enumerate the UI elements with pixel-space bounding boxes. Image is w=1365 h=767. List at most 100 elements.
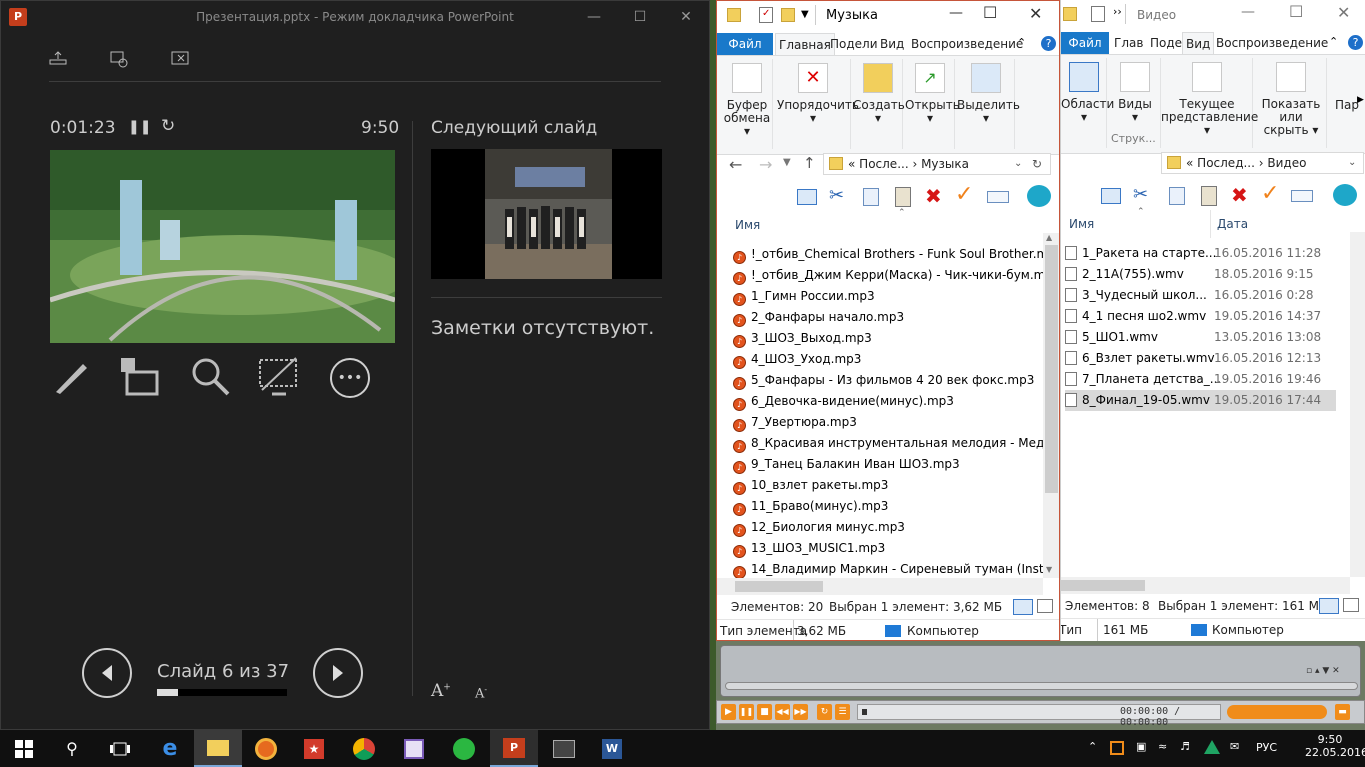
table-row[interactable]: 4_1 песня шо2.wmv 19.05.2016 14:37 [1065, 306, 1336, 327]
language-indicator[interactable]: РУС [1256, 741, 1277, 754]
new-folder-icon[interactable] [781, 8, 795, 22]
rename-check-icon[interactable]: ✓ [1261, 181, 1279, 206]
delete-icon[interactable]: ✖ [1231, 183, 1248, 207]
quick-access-overflow-icon[interactable]: ›› [1113, 5, 1122, 18]
next-slide-preview[interactable] [431, 149, 662, 279]
vertical-scrollbar[interactable]: ▲ ▼ [1043, 233, 1059, 578]
list-item[interactable]: ♪ 14_Владимир Маркин - Сиреневый туман (I… [733, 559, 1043, 580]
properties-icon[interactable] [1291, 190, 1313, 202]
media-player-icon[interactable] [540, 730, 588, 767]
properties-icon[interactable]: ✓ [759, 7, 773, 23]
black-screen-icon[interactable] [258, 356, 300, 399]
search-icon[interactable]: ⚲ [48, 730, 96, 767]
cut-icon[interactable]: ✂ [829, 185, 844, 206]
list-item[interactable]: ♪ 13_ШОЗ_MUSIC1.mp3 [733, 538, 1043, 559]
current-view-button[interactable]: Текущее представление ▾ [1161, 62, 1258, 137]
tab-share[interactable]: Поде [1147, 32, 1185, 54]
show-hidden-icons[interactable]: ⌃ [1088, 740, 1097, 753]
tab-home[interactable]: Глав [1111, 32, 1146, 54]
address-bar[interactable]: « После... › Музыка ⌄ ↻ [823, 153, 1051, 175]
whatsapp-icon[interactable] [440, 730, 488, 767]
help-icon[interactable]: ? [1041, 36, 1056, 51]
list-item[interactable]: ♪ 11_Браво(минус).mp3 [733, 496, 1043, 517]
tab-playback[interactable]: Воспроизведение [908, 33, 1026, 55]
repeat-icon[interactable]: ↻ [817, 704, 832, 720]
list-item[interactable]: ♪ !_отбив_Chemical Brothers - Funk Soul B… [733, 244, 1043, 265]
decrease-font-button[interactable]: A- [475, 685, 487, 701]
large-icons-view-icon[interactable] [1037, 599, 1053, 613]
scroll-thumb[interactable] [1061, 580, 1145, 591]
close-button[interactable]: ✕ [1029, 4, 1042, 23]
ribbon-collapse-icon[interactable]: ⌃ [1329, 35, 1338, 48]
shell-icon[interactable] [1027, 185, 1051, 207]
properties-icon[interactable] [987, 191, 1009, 203]
maximize-button[interactable]: ☐ [617, 1, 663, 33]
file-explorer-icon[interactable] [194, 730, 242, 767]
column-name-header[interactable]: Имя [1069, 217, 1094, 231]
table-row[interactable]: 5_ШО1.wmv 13.05.2016 13:08 [1065, 327, 1336, 348]
address-dropdown-icon[interactable]: ⌄ [1014, 154, 1022, 174]
horizontal-scrollbar[interactable] [717, 578, 1043, 595]
cut-icon[interactable]: ✂ [1133, 184, 1148, 205]
rename-check-icon[interactable]: ✓ [955, 182, 973, 207]
tray-app-icon[interactable]: ▣ [1136, 740, 1146, 753]
tab-playback[interactable]: Воспроизведение [1213, 32, 1331, 54]
address-bar[interactable]: « Послед... › Видео ⌄ [1161, 152, 1364, 174]
views-button[interactable]: Виды ▾ [1109, 62, 1161, 124]
help-icon[interactable]: ? [1348, 35, 1363, 50]
playlist-icon[interactable]: ☰ [835, 704, 850, 720]
tab-view[interactable]: Вид [877, 33, 907, 55]
recent-dropdown-icon[interactable]: ▼ [783, 157, 791, 168]
maximize-button[interactable]: ☐ [1289, 2, 1303, 21]
stop-icon[interactable]: ■ [757, 704, 772, 720]
create-button[interactable]: Создать ▾ [853, 63, 905, 125]
quick-access-dropdown-icon[interactable]: ▼ [801, 9, 809, 20]
play-icon[interactable]: ▶ [721, 704, 736, 720]
minimize-button[interactable]: — [571, 1, 617, 33]
tab-file[interactable]: Файл [717, 33, 773, 55]
table-row[interactable]: 7_Планета детства_... 19.05.2016 19:46 [1065, 369, 1336, 390]
google-drive-icon[interactable] [1204, 740, 1220, 754]
preview-pane-icon[interactable] [1101, 188, 1121, 204]
show-hide-button[interactable]: Показать или скрыть ▾ [1255, 62, 1327, 137]
position-bar[interactable]: 00:00:00 / 00:00:00 [857, 704, 1221, 728]
list-item[interactable]: ♪ 5_Фанфары - Из фильмов 4 20 век фокс.mp… [733, 370, 1043, 391]
seek-bar[interactable] [725, 682, 1358, 690]
yandex-icon[interactable]: ★ [290, 730, 338, 767]
delete-icon[interactable]: ✖ [925, 184, 942, 208]
pause-icon[interactable]: ❚❚ [128, 119, 151, 135]
address-dropdown-icon[interactable]: ⌄ [1348, 153, 1356, 173]
details-view-icon[interactable] [1013, 599, 1033, 615]
list-item[interactable]: ♪ 2_Фанфары начало.mp3 [733, 307, 1043, 328]
clock[interactable]: 9:50 22.05.2016 [1305, 733, 1365, 759]
position-handle[interactable] [862, 709, 867, 715]
list-item[interactable]: ♪ 12_Биология минус.mp3 [733, 517, 1043, 538]
volume-icon[interactable]: ♬ [1180, 740, 1190, 753]
word-icon[interactable]: W [588, 730, 636, 767]
ribbon-scroll-icon[interactable]: ▶ [1357, 95, 1364, 105]
shell-icon[interactable] [1333, 184, 1357, 206]
next-track-icon[interactable]: ▶▶ [793, 704, 808, 720]
up-icon[interactable]: ↑ [803, 154, 816, 172]
previous-track-icon[interactable]: ◀◀ [775, 704, 790, 720]
list-item[interactable]: ♪ 4_ШОЗ_Уход.mp3 [733, 349, 1043, 370]
display-settings-icon[interactable] [110, 51, 130, 72]
minimize-button[interactable]: — [1241, 4, 1255, 20]
next-slide-button[interactable] [313, 648, 363, 698]
tray-player-icon[interactable] [1110, 741, 1124, 755]
maximize-button[interactable]: ☐ [983, 3, 997, 22]
list-item[interactable]: ♪ !_отбив_Джим Керри(Маска) - Чик-чики-бу… [733, 265, 1043, 286]
horizontal-scrollbar[interactable] [1061, 577, 1350, 594]
back-icon[interactable]: ← [729, 155, 742, 174]
ribbon-collapse-icon[interactable]: ⌃ [1017, 36, 1026, 49]
tab-view[interactable]: Вид [1182, 32, 1215, 54]
volume-slider[interactable] [1227, 705, 1327, 719]
presentation-app-icon[interactable] [390, 730, 438, 767]
copy-icon[interactable] [863, 188, 879, 206]
pause-icon[interactable]: ❚❚ [739, 704, 754, 720]
zoom-icon[interactable] [190, 356, 230, 399]
more-options-icon[interactable]: ••• [330, 358, 370, 398]
table-row[interactable]: 8_Финал_19-05.wmv 19.05.2016 17:44 [1065, 390, 1336, 411]
player-window-controls-icon[interactable]: ▫ ▴ ▼ ✕ [1306, 666, 1340, 676]
forward-icon[interactable]: → [759, 155, 772, 174]
